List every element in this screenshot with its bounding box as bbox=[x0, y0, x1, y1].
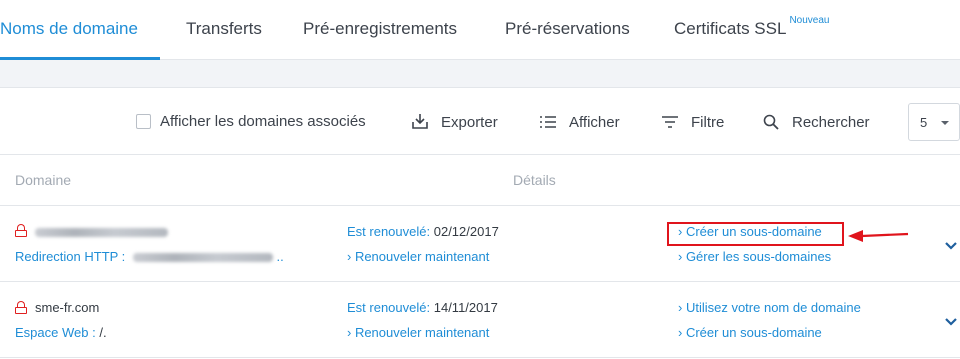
web-space-info: Espace Web : /. bbox=[15, 325, 107, 340]
chevron-down-icon[interactable] bbox=[945, 318, 957, 326]
page-size-select[interactable]: 5 bbox=[908, 103, 960, 141]
filter-button[interactable]: Filtre bbox=[661, 113, 724, 131]
list-icon bbox=[540, 116, 556, 128]
tab-noms-de-domaine[interactable]: Noms de domaine bbox=[0, 19, 138, 39]
chevron-down-icon bbox=[941, 121, 949, 125]
lock-icon bbox=[15, 301, 27, 314]
show-associated-domains-toggle[interactable]: Afficher les domaines associés bbox=[136, 113, 366, 130]
column-header-domaine[interactable]: Domaine bbox=[15, 172, 71, 188]
page-size-value: 5 bbox=[920, 115, 928, 130]
download-icon bbox=[412, 114, 428, 129]
new-badge: Nouveau bbox=[789, 15, 830, 27]
annotation-arrow-icon bbox=[848, 230, 909, 242]
spacer-band bbox=[0, 60, 960, 87]
tab-pre-enregistrements[interactable]: Pré-enregistrements bbox=[303, 19, 457, 39]
annotation-highlight-box bbox=[667, 222, 844, 246]
renewal-label: Est renouvelé: bbox=[347, 224, 431, 239]
display-button[interactable]: Afficher bbox=[539, 113, 620, 131]
export-button[interactable]: Exporter bbox=[411, 113, 498, 131]
tab-pre-reservations[interactable]: Pré-réservations bbox=[505, 19, 630, 39]
associated-domains-checkbox[interactable] bbox=[136, 114, 151, 129]
display-label: Afficher bbox=[569, 113, 620, 131]
domain-name[interactable] bbox=[35, 224, 168, 239]
search-label: Rechercher bbox=[792, 113, 870, 131]
create-subdomain-link[interactable]: › Créer un sous-domaine bbox=[678, 325, 822, 340]
renewal-label: Est renouvelé: bbox=[347, 300, 431, 315]
redirect-label: Redirection HTTP : bbox=[15, 249, 126, 264]
search-button[interactable]: Rechercher bbox=[762, 113, 870, 131]
search-icon bbox=[763, 114, 779, 130]
associated-domains-label: Afficher les domaines associés bbox=[160, 113, 366, 130]
chevron-down-icon[interactable] bbox=[945, 242, 957, 250]
renewal-date: 14/11/2017 bbox=[433, 300, 498, 315]
redacted-redirect-url bbox=[132, 253, 273, 263]
redirect-value: .. bbox=[276, 249, 284, 264]
renewal-info: Est renouvelé: 14/11/2017 bbox=[347, 300, 498, 315]
web-space-value: /. bbox=[99, 325, 107, 340]
redacted-domain bbox=[35, 228, 168, 238]
tab-transferts[interactable]: Transferts bbox=[186, 19, 262, 39]
use-domain-name-link[interactable]: › Utilisez votre nom de domaine bbox=[678, 300, 861, 315]
domain-name[interactable]: sme-fr.com bbox=[35, 300, 99, 315]
manage-subdomains-link[interactable]: › Gérer les sous-domaines bbox=[678, 249, 831, 264]
renew-now-link[interactable]: › Renouveler maintenant bbox=[347, 249, 489, 264]
filter-icon bbox=[662, 116, 678, 128]
column-header-details: Détails bbox=[513, 172, 556, 188]
tab-bar: Noms de domaine Transferts Pré-enregistr… bbox=[0, 0, 960, 60]
web-space-label: Espace Web : bbox=[15, 325, 96, 340]
tab-certificats-ssl[interactable]: Certificats SSL Nouveau bbox=[674, 15, 829, 39]
filter-label: Filtre bbox=[691, 113, 725, 131]
toolbar: Afficher les domaines associés Exporter … bbox=[0, 87, 960, 155]
table-row: sme-fr.com Espace Web : /. Est renouvelé… bbox=[0, 282, 960, 358]
export-label: Exporter bbox=[441, 113, 498, 131]
renewal-info: Est renouvelé: 02/12/2017 bbox=[347, 224, 499, 239]
renew-now-link[interactable]: › Renouveler maintenant bbox=[347, 325, 489, 340]
table-header: Domaine Détails bbox=[0, 155, 960, 206]
redirect-info: Redirection HTTP : .. bbox=[15, 249, 284, 264]
renewal-date: 02/12/2017 bbox=[433, 224, 499, 239]
lock-icon bbox=[15, 224, 27, 237]
tab-certificats-ssl-label: Certificats SSL bbox=[674, 19, 787, 38]
